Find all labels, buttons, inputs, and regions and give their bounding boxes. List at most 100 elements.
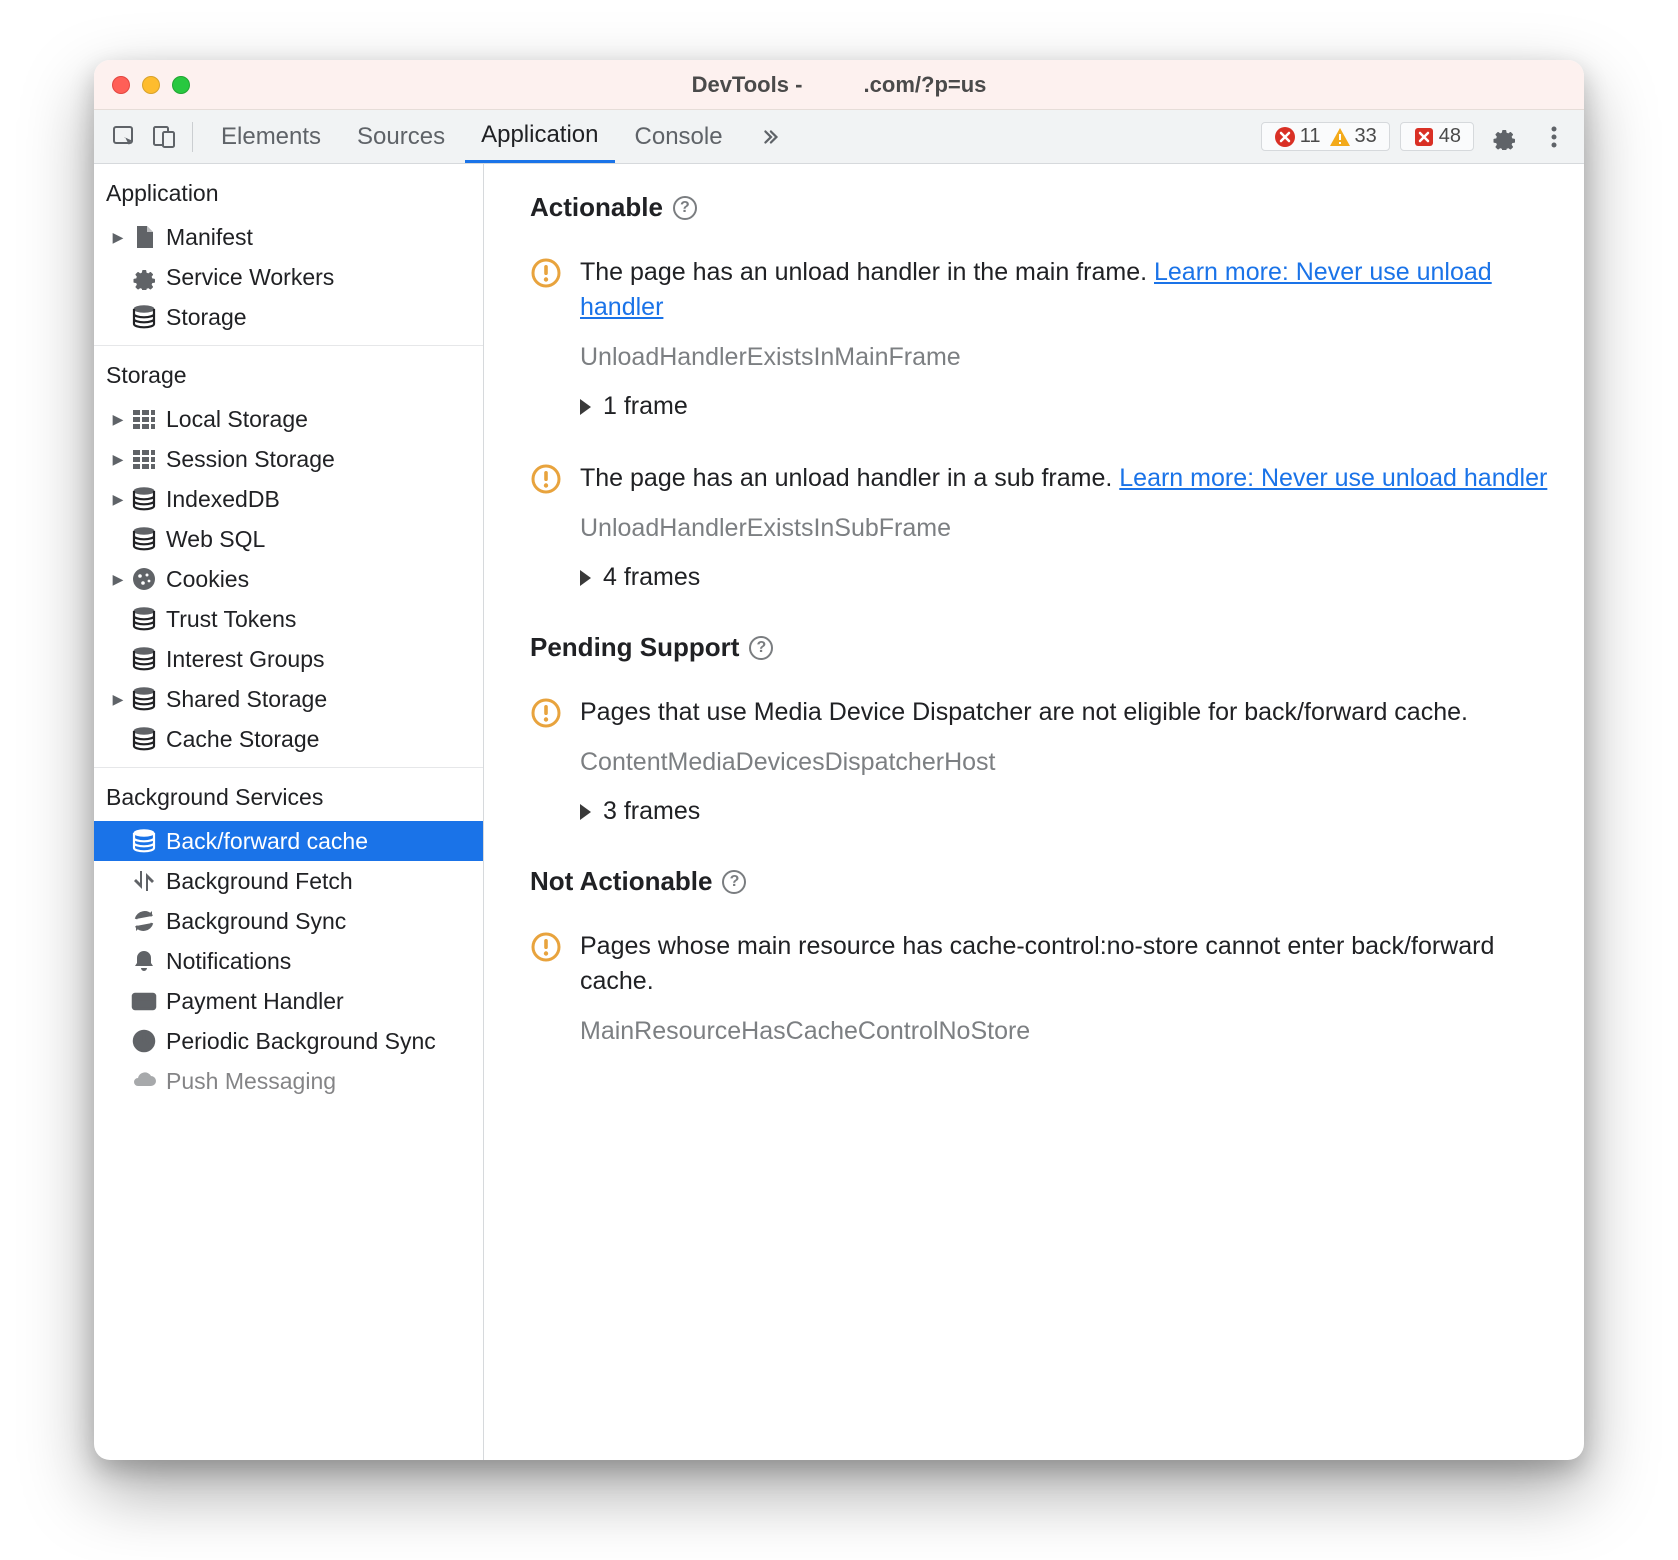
issue-code: UnloadHandlerExistsInMainFrame [580, 343, 1556, 372]
frames-count: 1 frame [603, 392, 688, 421]
frames-count: 3 frames [603, 797, 700, 826]
minimize-window-button[interactable] [142, 76, 160, 94]
database-icon [130, 686, 158, 712]
sidebar-item-label: Session Storage [166, 446, 335, 473]
help-icon[interactable]: ? [722, 870, 746, 894]
devtools-toolbar: Elements Sources Application Console 11 … [94, 110, 1584, 164]
sidebar-item-label: Notifications [166, 948, 291, 975]
warning-icon [1329, 126, 1351, 148]
more-options-button[interactable] [1534, 117, 1574, 157]
gear-icon [1491, 124, 1517, 150]
devtools-window: DevTools - .com/?p=us Elements Sou [94, 60, 1584, 1460]
sidebar-item-label: Cookies [166, 566, 249, 593]
sidebar-item-label: Background Fetch [166, 868, 353, 895]
database-icon [130, 828, 158, 854]
sidebar-item-local-storage[interactable]: ▶ Local Storage [94, 399, 483, 439]
issue-title: Pages whose main resource has cache-cont… [580, 929, 1556, 999]
sidebar-item-session-storage[interactable]: ▶ Session Storage [94, 439, 483, 479]
fullscreen-window-button[interactable] [172, 76, 190, 94]
issue-title: Pages that use Media Device Dispatcher a… [580, 695, 1556, 730]
tab-console[interactable]: Console [619, 110, 739, 163]
database-icon [130, 304, 158, 330]
section-actionable: Actionable ? [530, 192, 1556, 223]
frames-disclosure[interactable]: 4 frames [580, 563, 1556, 592]
card-icon [130, 988, 158, 1014]
grid-icon [130, 406, 158, 432]
sidebar-item-push-messaging[interactable]: ▶ Push Messaging [94, 1061, 483, 1101]
issue-row: Pages that use Media Device Dispatcher a… [530, 695, 1556, 832]
chevron-right-icon [580, 804, 591, 820]
sidebar-item-cookies[interactable]: ▶ Cookies [94, 559, 483, 599]
tab-sources[interactable]: Sources [341, 110, 461, 163]
sidebar-item-cache-storage[interactable]: ▶ Cache Storage [94, 719, 483, 759]
frames-disclosure[interactable]: 1 frame [580, 392, 1556, 421]
sidebar-item-trust-tokens[interactable]: ▶ Trust Tokens [94, 599, 483, 639]
help-icon[interactable]: ? [673, 196, 697, 220]
sidebar-item-manifest[interactable]: ▶ Manifest [94, 217, 483, 257]
divider [192, 122, 193, 152]
sidebar-item-bfcache[interactable]: ▶ Back/forward cache [94, 821, 483, 861]
issues-badge[interactable]: 48 [1400, 122, 1474, 151]
device-toggle-icon[interactable] [144, 117, 184, 157]
sidebar-item-label: Cache Storage [166, 726, 319, 753]
tab-application[interactable]: Application [465, 110, 614, 163]
database-icon [130, 486, 158, 512]
inspect-element-icon[interactable] [104, 117, 144, 157]
database-icon [130, 606, 158, 632]
sidebar-item-label: Push Messaging [166, 1068, 336, 1095]
sidebar-section-storage: Storage [94, 346, 483, 399]
application-sidebar: Application ▶ Manifest ▶ Service Workers… [94, 164, 484, 1460]
issue-code: MainResourceHasCacheControlNoStore [580, 1017, 1556, 1046]
sidebar-item-interest-groups[interactable]: ▶ Interest Groups [94, 639, 483, 679]
sidebar-item-label: Service Workers [166, 264, 334, 291]
console-status-badge[interactable]: 11 33 [1261, 122, 1390, 151]
file-icon [130, 224, 158, 250]
sidebar-item-label: Payment Handler [166, 988, 344, 1015]
close-window-button[interactable] [112, 76, 130, 94]
sidebar-item-websql[interactable]: ▶ Web SQL [94, 519, 483, 559]
database-icon [130, 526, 158, 552]
issue-row: Pages whose main resource has cache-cont… [530, 929, 1556, 1046]
tab-elements[interactable]: Elements [205, 110, 337, 163]
chevron-right-icon [580, 399, 591, 415]
sidebar-section-application: Application [94, 164, 483, 217]
sidebar-item-label: Periodic Background Sync [166, 1028, 436, 1055]
sidebar-item-indexeddb[interactable]: ▶ IndexedDB [94, 479, 483, 519]
sidebar-item-shared-storage[interactable]: ▶ Shared Storage [94, 679, 483, 719]
bell-icon [130, 948, 158, 974]
sidebar-section-background-services: Background Services [94, 768, 483, 821]
cloud-icon [130, 1068, 158, 1094]
sidebar-item-label: Interest Groups [166, 646, 325, 673]
window-title: DevTools - .com/?p=us [94, 72, 1584, 98]
fetch-icon [130, 868, 158, 894]
database-icon [130, 646, 158, 672]
sidebar-item-label: IndexedDB [166, 486, 280, 513]
error-icon [1274, 126, 1296, 148]
issue-code: ContentMediaDevicesDispatcherHost [580, 748, 1556, 777]
sidebar-item-label: Storage [166, 304, 247, 331]
chevron-right-icon [580, 570, 591, 586]
sidebar-item-periodic-sync[interactable]: ▶ Periodic Background Sync [94, 1021, 483, 1061]
kebab-icon [1551, 126, 1557, 148]
database-icon [130, 726, 158, 752]
settings-button[interactable] [1484, 117, 1524, 157]
cookie-icon [130, 566, 158, 592]
sidebar-item-payment-handler[interactable]: ▶ Payment Handler [94, 981, 483, 1021]
sidebar-item-background-sync[interactable]: ▶ Background Sync [94, 901, 483, 941]
clock-icon [130, 1028, 158, 1054]
sidebar-item-notifications[interactable]: ▶ Notifications [94, 941, 483, 981]
warning-icon [530, 257, 562, 289]
section-pending: Pending Support ? [530, 632, 1556, 663]
section-not-actionable: Not Actionable ? [530, 866, 1556, 897]
sidebar-item-storage[interactable]: ▶ Storage [94, 297, 483, 337]
learn-more-link[interactable]: Learn more: Never use unload handler [1119, 464, 1547, 492]
frames-disclosure[interactable]: 3 frames [580, 797, 1556, 826]
sidebar-item-service-workers[interactable]: ▶ Service Workers [94, 257, 483, 297]
issue-title: The page has an unload handler in the ma… [580, 255, 1556, 325]
sidebar-item-label: Trust Tokens [166, 606, 296, 633]
issue-code: UnloadHandlerExistsInSubFrame [580, 514, 1556, 543]
help-icon[interactable]: ? [749, 636, 773, 660]
sidebar-item-label: Manifest [166, 224, 253, 251]
sidebar-item-background-fetch[interactable]: ▶ Background Fetch [94, 861, 483, 901]
more-tabs-button[interactable] [743, 110, 797, 163]
